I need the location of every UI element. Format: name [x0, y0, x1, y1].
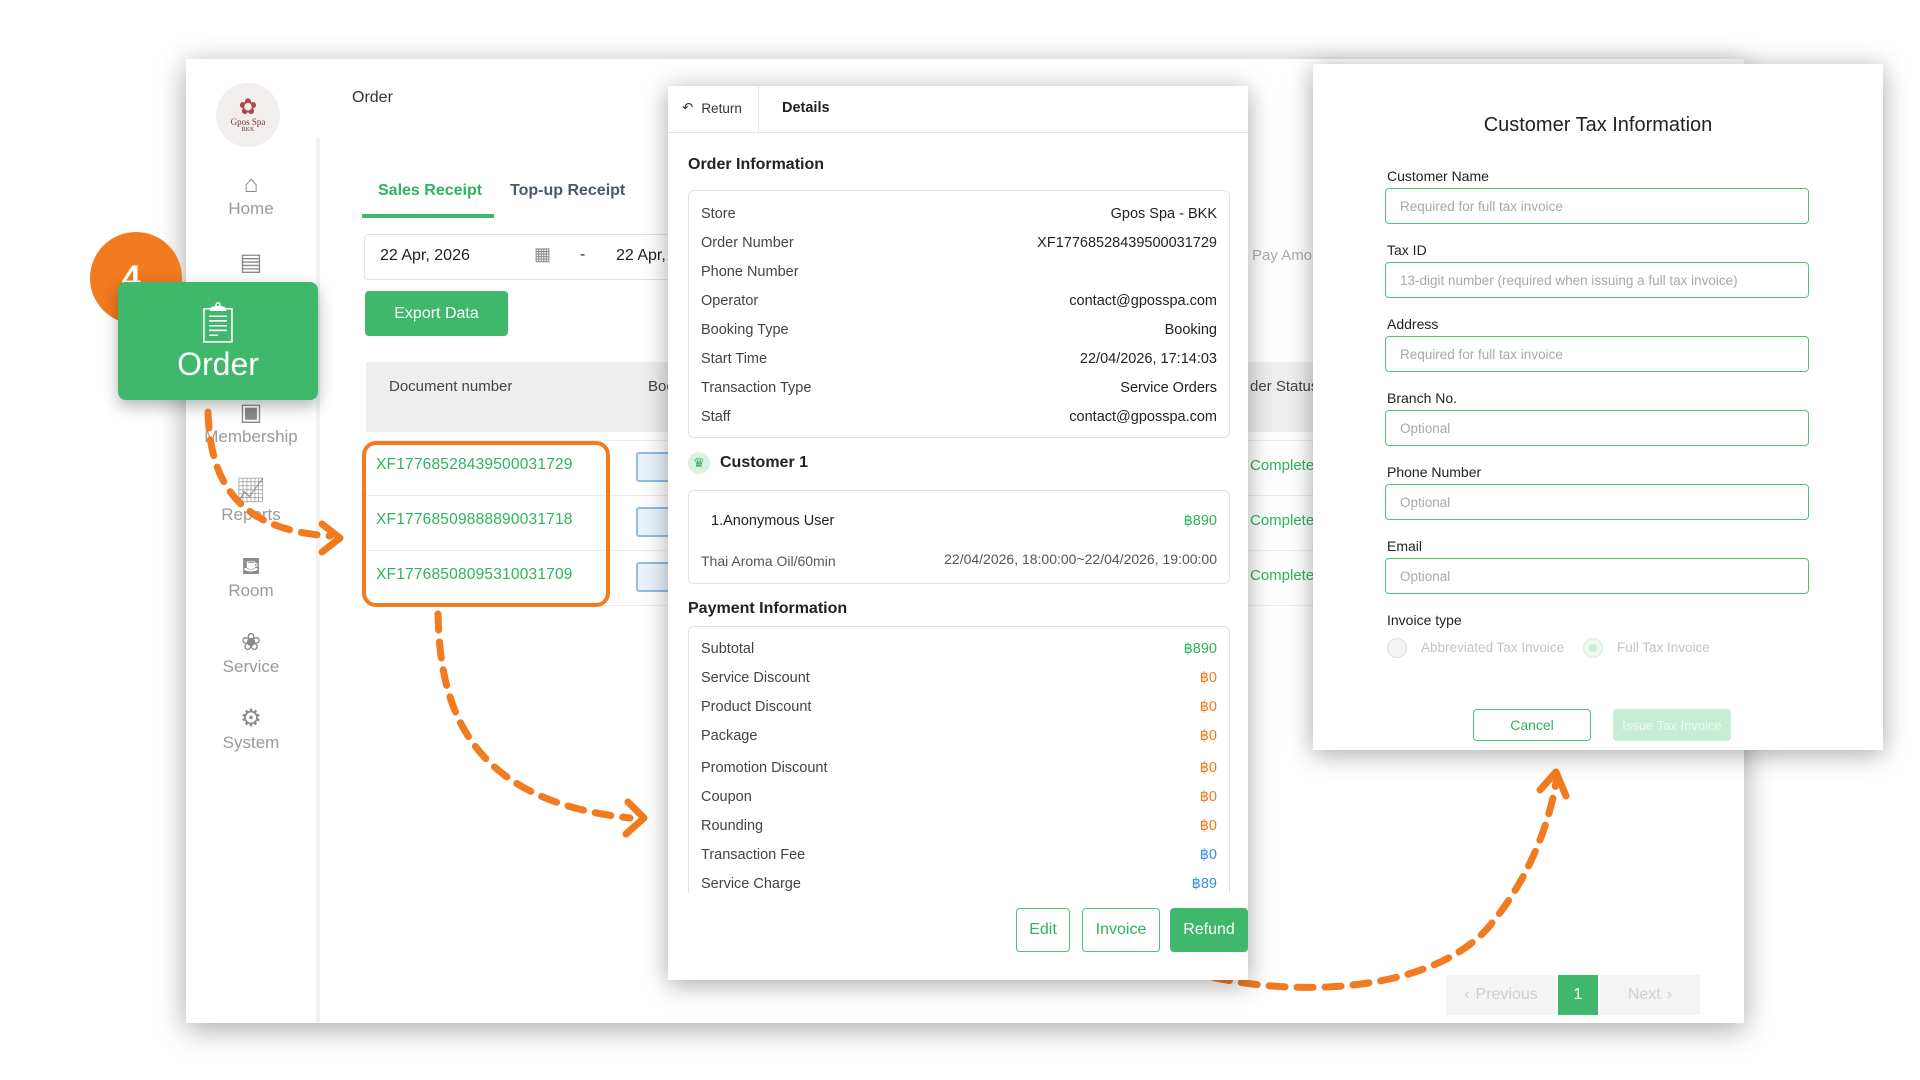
order-info-row: Transaction Type Service Orders: [701, 380, 1217, 396]
undo-arrow-icon: ↶: [682, 100, 694, 115]
payment-row: Transaction Fee ฿0: [701, 847, 1217, 863]
abbreviated-invoice-radio[interactable]: [1387, 638, 1407, 658]
address-input[interactable]: Required for full tax invoice: [1385, 336, 1809, 372]
phone-number-label: Phone Number: [1387, 464, 1482, 480]
customer-title: Customer 1: [720, 454, 809, 471]
order-info-card: Store Gpos Spa - BKK Order Number XF177685…: [688, 190, 1230, 438]
order-info-row: Operator contact@gposspa.com: [701, 293, 1217, 309]
email-label: Email: [1387, 538, 1423, 554]
abbreviated-invoice-label: Abbreviated Tax Invoice: [1421, 640, 1565, 655]
phone-number-input[interactable]: Optional: [1385, 484, 1809, 520]
payment-row: Subtotal ฿890: [701, 641, 1217, 657]
tab-details[interactable]: Details: [782, 100, 830, 116]
service-name: Thai Aroma Oil/60min: [701, 553, 836, 569]
payment-row: Service Discount ฿0: [701, 670, 1217, 686]
order-info-row: Start Time 22/04/2026, 17:14:03: [701, 351, 1217, 367]
payment-row: Rounding ฿0: [701, 818, 1217, 834]
customer-card: 1.Anonymous User ฿890 Thai Aroma Oil/60m…: [688, 490, 1230, 584]
customer-name-label: Customer Name: [1387, 168, 1489, 184]
branch-no-label: Branch No.: [1387, 390, 1458, 406]
payment-info-title: Payment Information: [688, 600, 848, 617]
order-info-row: Store Gpos Spa - BKK: [701, 206, 1217, 222]
payment-info-card: Subtotal ฿890 Service Discount ฿0 Product …: [688, 626, 1230, 893]
full-invoice-label: Full Tax Invoice: [1617, 640, 1710, 655]
service-time: 22/04/2026, 18:00:00~22/04/2026, 19:00:0…: [944, 551, 1217, 567]
arrow-to-doc-list: [204, 408, 334, 540]
arrow-to-details: [434, 610, 634, 822]
payment-row: Package ฿0: [701, 728, 1217, 744]
invoice-type-label: Invoice type: [1387, 612, 1462, 628]
tax-id-input[interactable]: 13-digit number (required when issuing a…: [1385, 262, 1809, 298]
customer-tax-modal: Customer Tax Information Customer Name R…: [1313, 64, 1883, 750]
refund-button[interactable]: Refund: [1170, 908, 1248, 952]
customer-name-input[interactable]: Required for full tax invoice: [1385, 188, 1809, 224]
issue-tax-invoice-button[interactable]: Issue Tax Invoice: [1613, 709, 1731, 741]
order-details-modal: ↶ Return Details Order Information Store G…: [668, 86, 1248, 980]
email-input[interactable]: Optional: [1385, 558, 1809, 594]
branch-no-input[interactable]: Optional: [1385, 410, 1809, 446]
tax-id-label: Tax ID: [1387, 242, 1427, 258]
full-invoice-radio[interactable]: [1583, 638, 1603, 658]
payment-row: Product Discount ฿0: [701, 699, 1217, 715]
customer-amount: ฿890: [1183, 513, 1217, 529]
order-info-title: Order Information: [688, 156, 825, 173]
order-info-row: Order Number XF17768528439500031729: [701, 235, 1217, 251]
tax-modal-title: Customer Tax Information: [1483, 114, 1713, 136]
customer-icon: ♛: [688, 452, 710, 474]
address-label: Address: [1387, 316, 1439, 332]
edit-button[interactable]: Edit: [1016, 908, 1070, 952]
payment-row: Promotion Discount ฿0: [701, 760, 1217, 776]
customer-name: 1.Anonymous User: [711, 513, 835, 529]
payment-row: Service Charge ฿89: [701, 876, 1217, 892]
invoice-button[interactable]: Invoice: [1082, 908, 1160, 952]
payment-row: Coupon ฿0: [701, 789, 1217, 805]
cancel-button[interactable]: Cancel: [1473, 709, 1591, 741]
order-info-row: Phone Number: [701, 264, 799, 280]
details-header: [668, 86, 1248, 133]
return-button[interactable]: ↶ Return: [682, 100, 742, 116]
order-info-row: Booking Type Booking: [701, 322, 1217, 338]
order-info-row: Staff contact@gposspa.com: [701, 409, 1217, 425]
